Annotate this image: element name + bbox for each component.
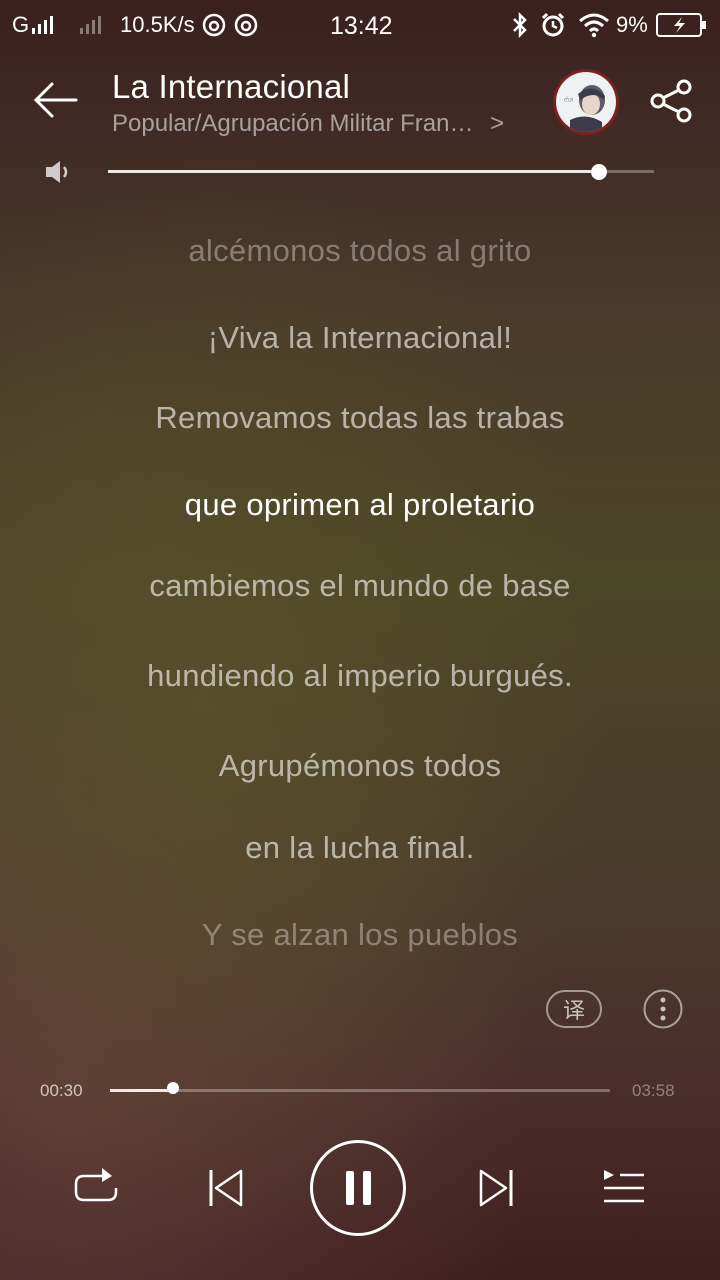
artist-avatar[interactable]: ꯁꯥꯍ [556, 72, 616, 132]
playback-progress: 00:30 03:58 [0, 1070, 720, 1110]
lyric-line: Removamos todas las trabas [155, 400, 565, 435]
pause-button[interactable] [310, 1140, 406, 1236]
lyric-line: cambiemos el mundo de base [149, 568, 571, 603]
netease-icon-2 [234, 13, 258, 37]
more-options-icon[interactable] [643, 989, 683, 1029]
previous-icon[interactable] [208, 1168, 244, 1208]
volume-fill [108, 170, 600, 173]
battery-icon [656, 13, 706, 37]
lyrics-panel[interactable]: alcémonos todos al grito ¡Viva la Interna… [0, 200, 720, 970]
back-arrow-icon[interactable] [32, 80, 80, 120]
wifi-icon [579, 13, 609, 38]
artist-link[interactable]: Popular/Agrupación Militar Fran… > [112, 110, 504, 138]
signal-2-icon [80, 16, 101, 34]
volume-knob[interactable] [591, 164, 608, 180]
next-icon[interactable] [478, 1168, 514, 1208]
translate-button[interactable]: 译 [546, 990, 602, 1028]
volume-slider[interactable] [108, 170, 654, 173]
signal-icon [32, 16, 53, 34]
lyric-line: Agrupémonos todos [218, 748, 502, 783]
seek-fill [110, 1089, 173, 1092]
bluetooth-icon [513, 12, 527, 38]
lyric-line: Y se alzan los pueblos [201, 917, 519, 952]
lyric-line: en la lucha final. [245, 830, 475, 865]
artist-name: Popular/Agrupación Militar Fran… [112, 110, 474, 137]
network-type: G [12, 12, 30, 37]
svg-text:ꯁꯥꯍ: ꯁꯥꯍ [564, 96, 574, 104]
lyric-line: ¡Viva la Internacional! [207, 320, 513, 355]
speaker-icon [46, 161, 68, 183]
seek-bar[interactable] [110, 1089, 610, 1092]
song-title: La Internacional [112, 68, 351, 105]
volume-bar [0, 150, 720, 194]
playlist-icon[interactable] [602, 1168, 646, 1208]
lyric-line: hundiendo al imperio burgués. [147, 658, 573, 693]
netease-icon [202, 13, 226, 37]
repeat-icon[interactable] [72, 1166, 120, 1210]
network-speed: 10.5K/s [120, 12, 195, 37]
alarm-icon [541, 12, 565, 37]
pause-icon [346, 1171, 371, 1205]
battery-percent: 9% [616, 12, 648, 37]
playback-controls [0, 1130, 720, 1250]
player-header: La Internacional Popular/Agrupación Mili… [0, 50, 720, 150]
total-time: 03:58 [632, 1081, 675, 1100]
clock: 13:42 [330, 12, 393, 40]
avatar-photo: ꯁꯥꯍ [557, 73, 615, 132]
seek-knob[interactable] [167, 1082, 179, 1094]
lyric-line: alcémonos todos al grito [188, 233, 532, 268]
chevron-right-icon: > [490, 110, 505, 137]
share-icon[interactable] [648, 78, 696, 124]
lyric-line-active: que oprimen al proletario [184, 487, 536, 522]
status-bar: G 10.5K/s 13:42 9% [0, 0, 720, 50]
elapsed-time: 00:30 [40, 1081, 83, 1100]
